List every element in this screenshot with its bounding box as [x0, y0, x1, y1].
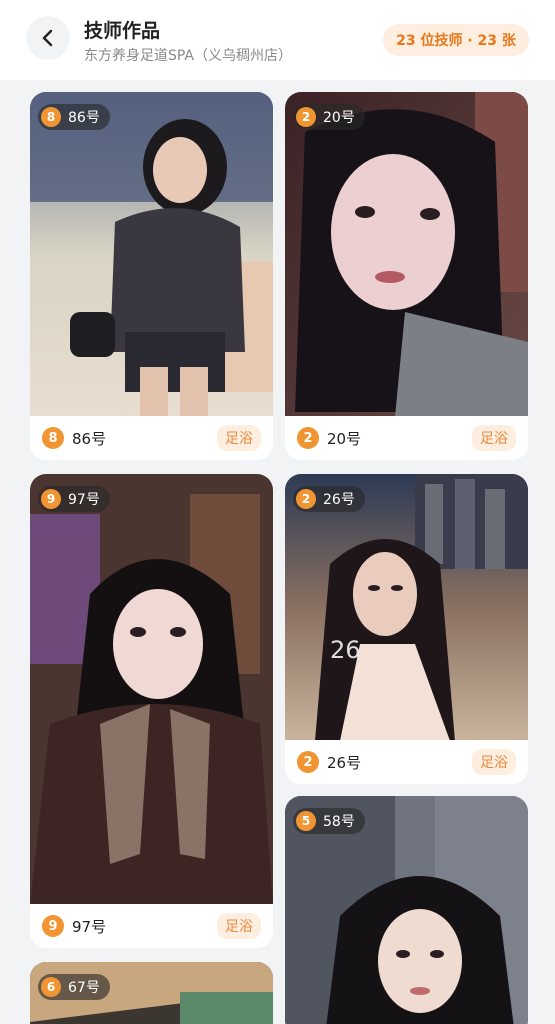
page-title: 技师作品 [84, 20, 161, 42]
service-badge: 足浴 [217, 913, 261, 939]
card-footer: 8 86号 足浴 [30, 416, 273, 460]
technician-name: 26号 [327, 753, 362, 772]
card-footer: 9 97号 足浴 [30, 904, 273, 948]
work-card[interactable]: 5 58号 [285, 796, 528, 1024]
work-card[interactable]: 8 86号 8 86号 足浴 [30, 92, 273, 460]
service-badge: 足浴 [472, 425, 516, 451]
photo-rank-tag: 9 97号 [38, 486, 110, 512]
photo-rank-tag: 2 20号 [293, 104, 365, 130]
rank-badge: 5 [296, 811, 316, 831]
technician-photo[interactable] [285, 92, 528, 417]
photo-rank-tag: 5 58号 [293, 808, 365, 834]
stats-badge: 23 位技师 · 23 张 [383, 24, 529, 56]
photo-tag-name: 58号 [323, 814, 355, 830]
service-badge: 足浴 [472, 749, 516, 775]
rank-badge: 8 [42, 427, 64, 449]
rank-badge: 6 [41, 977, 61, 997]
work-card[interactable]: 9 97号 9 97号 足浴 [30, 474, 273, 948]
chevron-left-icon [42, 29, 53, 47]
rank-badge: 9 [42, 915, 64, 937]
work-card[interactable]: 2 20号 2 20号 足浴 [285, 92, 528, 460]
photo-tag-name: 86号 [68, 110, 100, 126]
store-name: 东方养身足道SPA（义乌稠州店） [84, 48, 293, 64]
card-footer: 2 26号 足浴 [285, 740, 528, 784]
rank-badge: 2 [296, 107, 316, 127]
technician-photo[interactable] [30, 474, 273, 905]
photo-tag-name: 20号 [323, 110, 355, 126]
technician-name: 20号 [327, 429, 362, 448]
work-card[interactable]: 6 67号 [30, 962, 273, 1024]
technician-photo[interactable] [30, 92, 273, 417]
photo-rank-tag: 6 67号 [38, 974, 110, 1000]
service-badge: 足浴 [217, 425, 261, 451]
photo-rank-tag: 2 26号 [293, 486, 365, 512]
rank-badge: 2 [297, 751, 319, 773]
photo-tag-name: 97号 [68, 492, 100, 508]
header-bar: 技师作品 东方养身足道SPA（义乌稠州店） 23 位技师 · 23 张 [0, 0, 555, 80]
rank-badge: 2 [296, 489, 316, 509]
works-grid: 8 86号 8 86号 足浴 2 20号 2 20号 足浴 9 97号 9 97… [0, 80, 555, 1024]
technician-works-page: 技师作品 东方养身足道SPA（义乌稠州店） 23 位技师 · 23 张 8 86… [0, 0, 555, 1024]
technician-name: 97号 [72, 917, 107, 936]
back-button[interactable] [26, 16, 70, 60]
technician-name: 86号 [72, 429, 107, 448]
rank-badge: 2 [297, 427, 319, 449]
technician-photo[interactable] [285, 474, 528, 741]
photo-tag-name: 26号 [323, 492, 355, 508]
card-footer: 2 20号 足浴 [285, 416, 528, 460]
photo-tag-name: 67号 [68, 980, 100, 996]
rank-badge: 8 [41, 107, 61, 127]
work-card[interactable]: 26 2 26号 2 26号 足浴 [285, 474, 528, 784]
photo-rank-tag: 8 86号 [38, 104, 110, 130]
rank-badge: 9 [41, 489, 61, 509]
photo-overlay-text: 26 [330, 636, 361, 664]
